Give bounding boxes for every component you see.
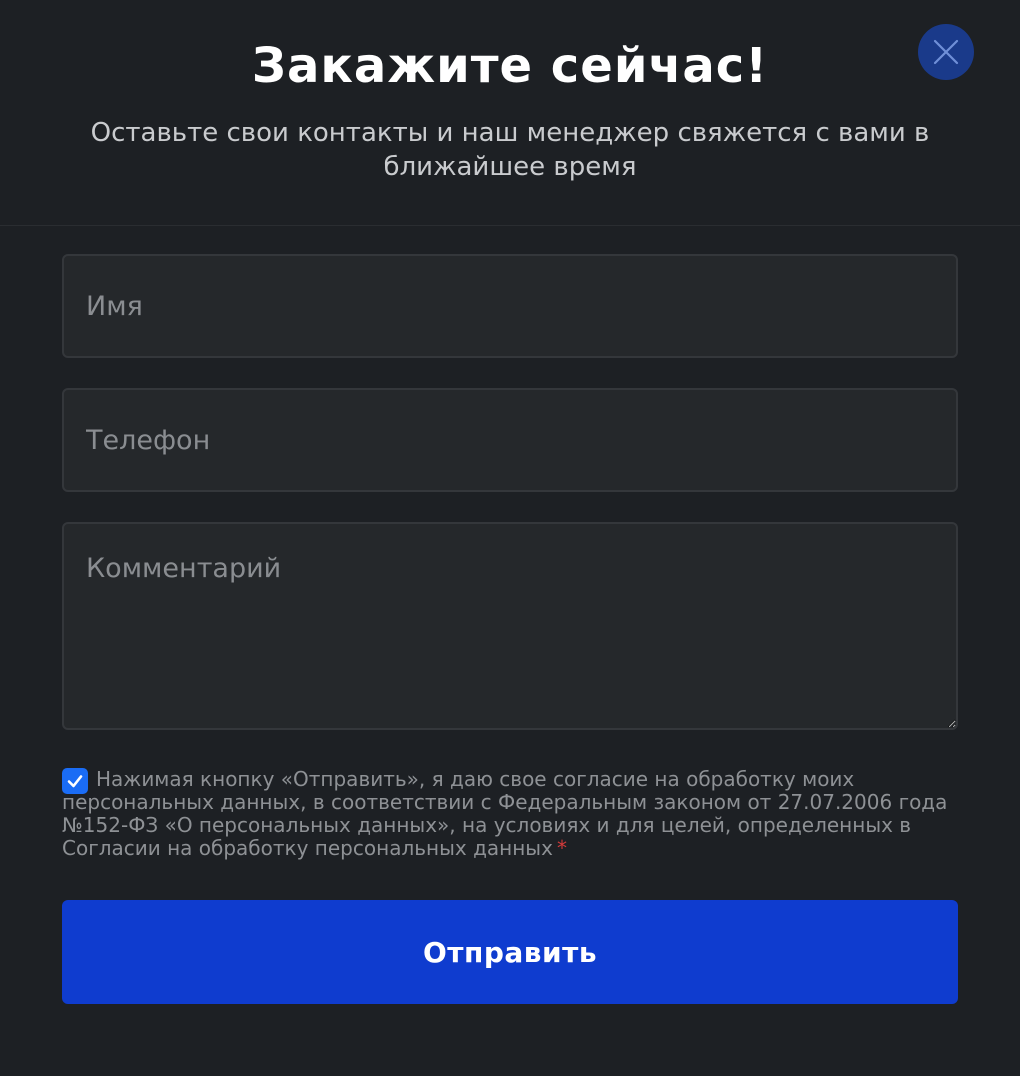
modal-title: Закажите сейчас! xyxy=(251,38,769,94)
modal-header: Закажите сейчас! Оставьте свои контакты … xyxy=(0,0,1020,226)
consent-text-block: Нажимая кнопку «Отправить», я даю свое с… xyxy=(62,768,958,860)
name-input[interactable] xyxy=(62,254,958,358)
consent-checkbox[interactable] xyxy=(62,768,88,794)
required-mark: * xyxy=(556,836,567,860)
order-modal: Закажите сейчас! Оставьте свои контакты … xyxy=(0,0,1020,1076)
check-icon xyxy=(67,775,83,788)
consent-text: Нажимая кнопку «Отправить», я даю свое с… xyxy=(62,767,948,860)
consent-block: Нажимая кнопку «Отправить», я даю свое с… xyxy=(62,768,958,860)
phone-input[interactable] xyxy=(62,388,958,492)
close-icon xyxy=(933,39,959,65)
close-button[interactable] xyxy=(918,24,974,80)
comment-textarea[interactable] xyxy=(62,522,958,730)
order-form: Нажимая кнопку «Отправить», я даю свое с… xyxy=(62,254,958,1004)
modal-subtitle: Оставьте свои контакты и наш менеджер св… xyxy=(90,118,930,182)
submit-button[interactable]: Отправить xyxy=(62,900,958,1004)
